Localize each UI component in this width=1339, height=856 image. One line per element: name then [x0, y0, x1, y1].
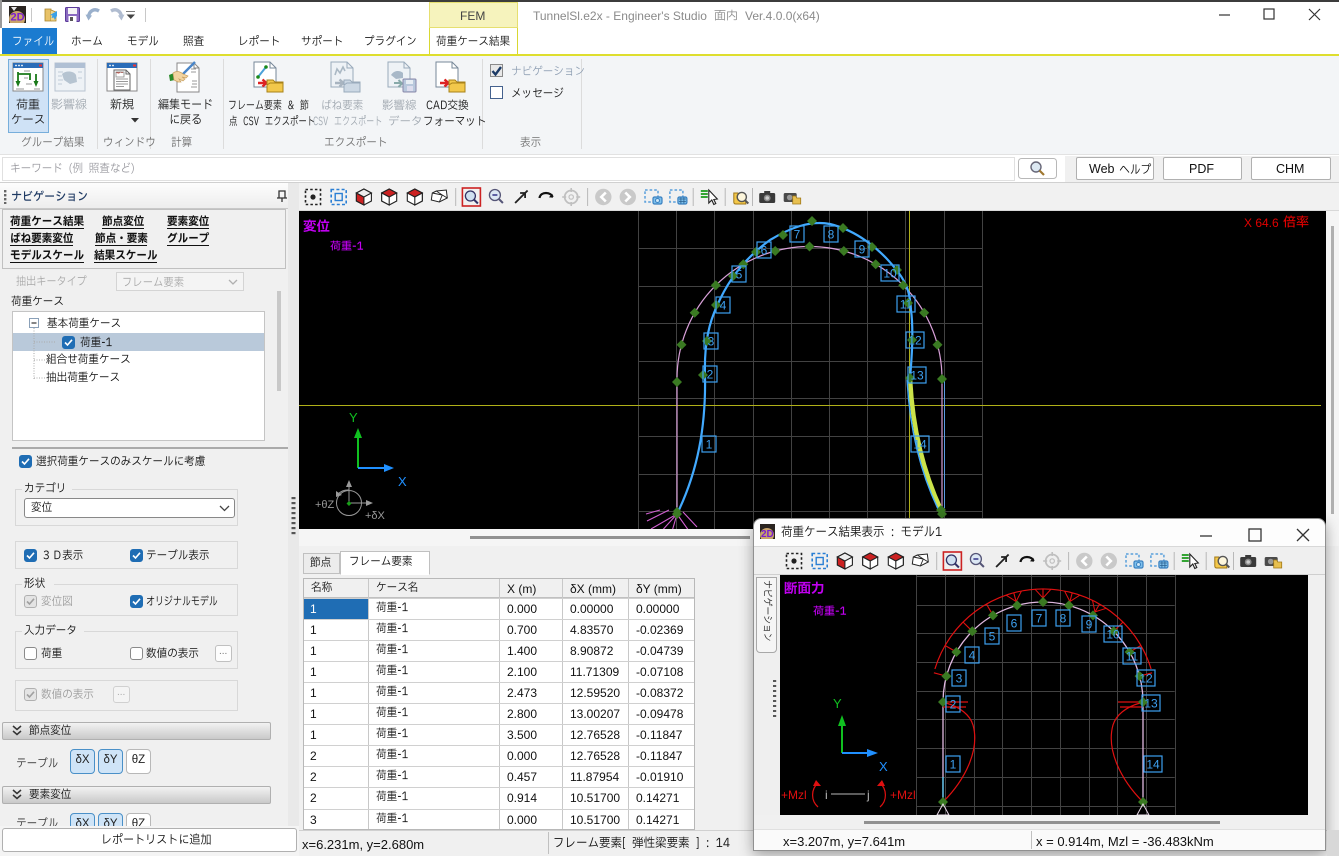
svg-text:12: 12 — [908, 334, 922, 348]
svg-text:3: 3 — [956, 672, 963, 686]
svg-text:9: 9 — [859, 243, 866, 257]
svg-text:+Mzl: +Mzl — [781, 788, 807, 802]
svg-text:+θZ: +θZ — [315, 499, 335, 511]
svg-text:2D: 2D — [761, 529, 774, 539]
svg-text:11: 11 — [900, 298, 913, 312]
svg-text:14: 14 — [1146, 758, 1160, 772]
svg-text:8: 8 — [828, 228, 835, 242]
svg-text:9: 9 — [1086, 618, 1093, 632]
svg-text:10: 10 — [883, 267, 897, 281]
svg-text:6: 6 — [1011, 617, 1018, 631]
svg-text:6: 6 — [761, 244, 768, 258]
svg-text:2D: 2D — [11, 12, 25, 24]
svg-text:j: j — [866, 788, 870, 802]
svg-text:X: X — [879, 759, 888, 774]
svg-text:5: 5 — [736, 268, 743, 282]
svg-text:12: 12 — [1139, 672, 1153, 686]
svg-text:4: 4 — [720, 299, 727, 313]
svg-text:11: 11 — [1126, 650, 1139, 664]
svg-text:7: 7 — [1036, 612, 1043, 626]
svg-text:2: 2 — [707, 368, 714, 382]
svg-text:7: 7 — [794, 228, 801, 242]
svg-text:+Mzl: +Mzl — [890, 788, 916, 802]
svg-text:3: 3 — [708, 335, 715, 349]
svg-text:Y: Y — [349, 410, 358, 425]
svg-text:1: 1 — [706, 438, 713, 452]
svg-text:13: 13 — [910, 369, 924, 383]
svg-text:5: 5 — [989, 630, 996, 644]
svg-text:1: 1 — [950, 758, 957, 772]
svg-text:i: i — [825, 788, 828, 802]
svg-text:+δX: +δX — [365, 510, 386, 522]
svg-text:X: X — [398, 474, 407, 489]
svg-text:4: 4 — [969, 649, 976, 663]
svg-text:8: 8 — [1060, 612, 1067, 626]
svg-text:2: 2 — [950, 698, 957, 712]
svg-text:13: 13 — [1144, 697, 1158, 711]
svg-text:10: 10 — [1106, 628, 1120, 642]
svg-text:14: 14 — [913, 438, 927, 452]
svg-text:Y: Y — [833, 696, 842, 711]
